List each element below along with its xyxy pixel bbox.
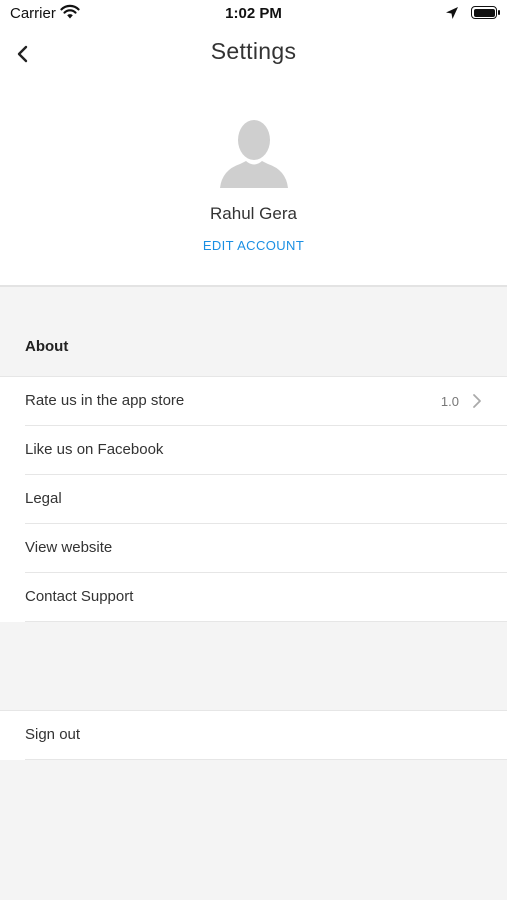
list-item-label: Rate us in the app store [25, 392, 185, 409]
edit-account-link[interactable]: EDIT ACCOUNT [0, 238, 507, 253]
profile-section: Rahul Gera EDIT ACCOUNT [0, 80, 507, 287]
list-item-label: Sign out [25, 726, 81, 743]
section-header-about: About [25, 338, 69, 355]
app-version-value: 1.0 [440, 394, 459, 409]
location-arrow-icon [445, 6, 459, 24]
list-item-label: Like us on Facebook [25, 441, 164, 458]
chevron-right-icon [471, 392, 483, 410]
list-item-label: Legal [25, 490, 62, 507]
rate-app-row[interactable]: Rate us in the app store 1.0 [25, 377, 507, 426]
view-website-row[interactable]: View website [25, 524, 507, 573]
contact-support-row[interactable]: Contact Support [25, 573, 507, 622]
battery-icon [471, 6, 500, 19]
user-name: Rahul Gera [210, 204, 297, 223]
page-title: Settings [210, 38, 297, 64]
legal-row[interactable]: Legal [25, 475, 507, 524]
user-silhouette-icon [216, 114, 292, 190]
navigation-bar: Settings [0, 28, 507, 80]
like-facebook-row[interactable]: Like us on Facebook [25, 426, 507, 475]
list-item-label: View website [25, 539, 113, 556]
list-item-label: Contact Support [25, 588, 134, 605]
sign-out-button[interactable]: Sign out [25, 711, 507, 760]
status-bar: Carrier 1:02 PM [0, 0, 507, 28]
status-time: 1:02 PM [225, 5, 282, 22]
about-list: Rate us in the app store 1.0 Like us on … [0, 376, 507, 622]
account-list: Sign out [0, 710, 507, 760]
